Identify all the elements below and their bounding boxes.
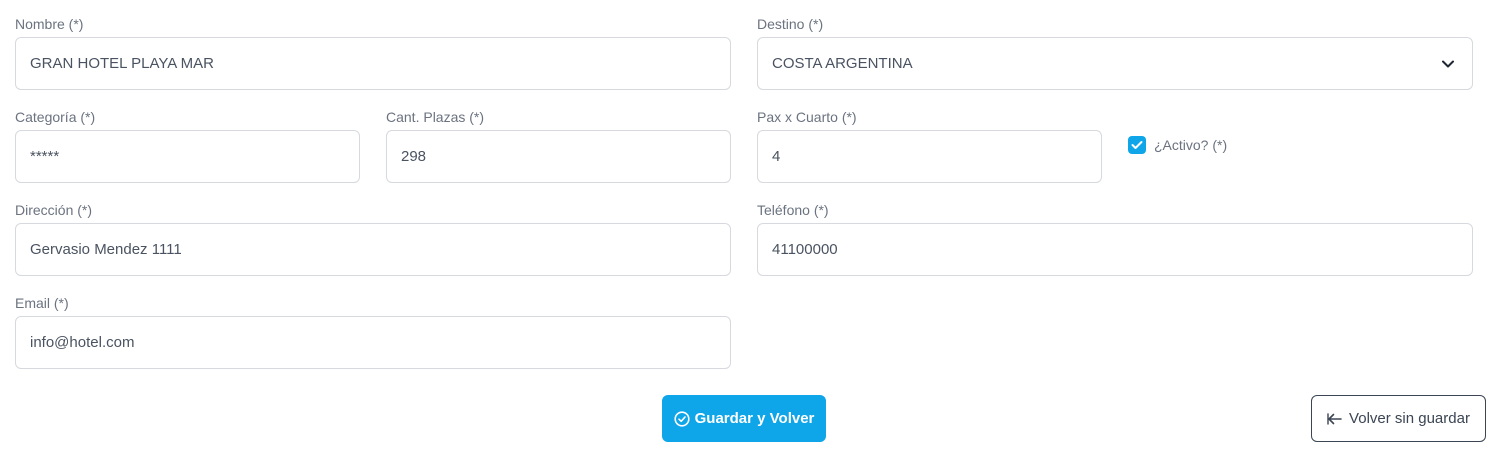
destino-select[interactable]: COSTA ARGENTINA <box>757 37 1473 90</box>
check-circle-icon <box>674 410 690 427</box>
destino-label: Destino (*) <box>757 16 824 32</box>
direccion-input[interactable]: Gervasio Mendez 1111 <box>15 223 731 276</box>
direccion-label: Dirección (*) <box>15 202 93 218</box>
pax-x-cuarto-value: 4 <box>772 148 781 165</box>
categoria-input[interactable]: ***** <box>15 130 360 183</box>
email-label: Email (*) <box>15 295 69 311</box>
email-value: info@hotel.com <box>30 334 135 351</box>
nombre-value: GRAN HOTEL PLAYA MAR <box>30 55 214 72</box>
telefono-value: 41100000 <box>772 241 838 258</box>
categoria-value: ***** <box>30 148 60 165</box>
cant-plazas-value: 298 <box>401 148 427 165</box>
back-without-saving-label: Volver sin guardar <box>1349 410 1470 427</box>
telefono-label: Teléfono (*) <box>757 202 829 218</box>
direccion-value: Gervasio Mendez 1111 <box>30 241 182 258</box>
destino-value: COSTA ARGENTINA <box>772 55 913 72</box>
chevron-down-icon <box>1442 58 1454 70</box>
save-and-back-label: Guardar y Volver <box>694 410 815 427</box>
activo-checkbox-group[interactable]: ¿Activo? (*) <box>1128 136 1227 154</box>
pax-x-cuarto-input[interactable]: 4 <box>757 130 1102 183</box>
hotel-form: Nombre (*) GRAN HOTEL PLAYA MAR Destino … <box>0 0 1490 464</box>
arrow-left-icon <box>1327 412 1343 426</box>
email-input[interactable]: info@hotel.com <box>15 316 731 369</box>
save-and-back-button[interactable]: Guardar y Volver <box>662 395 826 442</box>
nombre-input[interactable]: GRAN HOTEL PLAYA MAR <box>15 37 731 90</box>
check-icon <box>1131 140 1143 150</box>
telefono-input[interactable]: 41100000 <box>757 223 1473 276</box>
back-without-saving-button[interactable]: Volver sin guardar <box>1311 395 1486 442</box>
activo-checkbox[interactable] <box>1128 136 1146 154</box>
nombre-label: Nombre (*) <box>15 16 84 32</box>
cant-plazas-label: Cant. Plazas (*) <box>386 109 485 125</box>
activo-label: ¿Activo? (*) <box>1154 137 1228 153</box>
cant-plazas-input[interactable]: 298 <box>386 130 731 183</box>
categoria-label: Categoría (*) <box>15 109 96 125</box>
pax-x-cuarto-label: Pax x Cuarto (*) <box>757 109 857 125</box>
